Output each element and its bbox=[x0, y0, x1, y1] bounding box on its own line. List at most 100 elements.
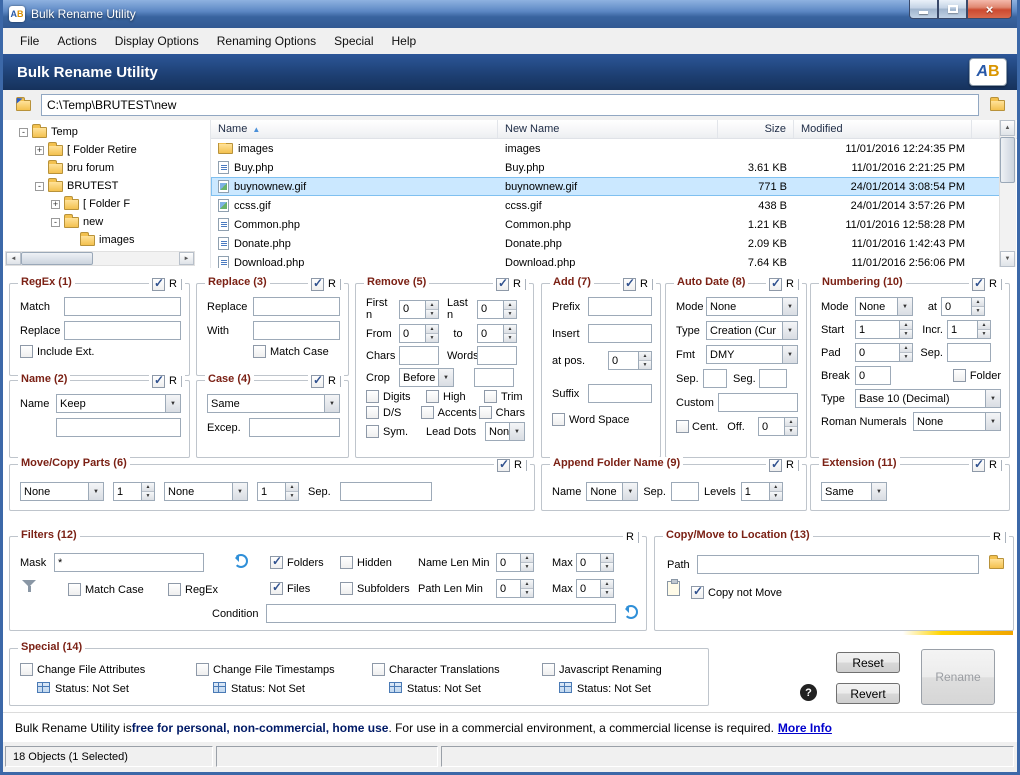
browse-folder-icon[interactable] bbox=[989, 555, 1004, 569]
tree-item-temp[interactable]: - Temp bbox=[5, 123, 206, 141]
change-file-timestamps-checkbox[interactable] bbox=[196, 663, 209, 676]
chevron-down-icon[interactable]: ▼ bbox=[509, 423, 524, 440]
paste-path-icon[interactable] bbox=[667, 579, 680, 596]
copy-not-move-checkbox[interactable] bbox=[691, 584, 704, 599]
scrollbar-thumb[interactable] bbox=[21, 252, 93, 265]
regex-enable-checkbox[interactable] bbox=[152, 276, 166, 291]
at-spinner[interactable]: 0 ▲ ▼ bbox=[941, 297, 985, 316]
revert-button[interactable]: Revert bbox=[836, 683, 900, 704]
tree-item-folder-retire[interactable]: + [ Folder Retire bbox=[5, 141, 206, 159]
tree-expander[interactable]: + bbox=[35, 145, 44, 155]
regex-reset-button[interactable]: R bbox=[169, 278, 177, 290]
ds-checkbox[interactable] bbox=[366, 406, 379, 419]
name-reset-button[interactable]: R bbox=[169, 375, 177, 387]
with-input[interactable] bbox=[253, 321, 340, 340]
file-row[interactable]: Donate.php Donate.php 2.09 KB 11/01/2016… bbox=[211, 234, 1000, 253]
chevron-down-icon[interactable]: ▼ bbox=[232, 483, 247, 500]
spin-down-button[interactable]: ▼ bbox=[900, 353, 912, 361]
chevron-down-icon[interactable]: ▼ bbox=[165, 395, 180, 412]
copy-path-input[interactable] bbox=[697, 555, 979, 574]
words-input[interactable] bbox=[477, 346, 517, 365]
file-row[interactable]: Buy.php Buy.php 3.61 KB 11/01/2016 2:21:… bbox=[211, 158, 1000, 177]
javascript-renaming-checkbox[interactable] bbox=[542, 663, 555, 676]
levels-spinner[interactable]: 1 ▲ ▼ bbox=[740, 482, 783, 501]
spin-down-button[interactable]: ▼ bbox=[504, 334, 516, 342]
spin-up-button[interactable]: ▲ bbox=[769, 483, 782, 492]
start-spinner[interactable]: 1 ▲ ▼ bbox=[855, 320, 913, 339]
files-checkbox[interactable] bbox=[270, 580, 283, 595]
character-translations-checkbox[interactable] bbox=[372, 663, 385, 676]
numbering-enable-checkbox[interactable] bbox=[972, 276, 986, 291]
autodate-type-select[interactable]: Creation (Cur ▼ bbox=[706, 321, 798, 340]
include-ext-checkbox[interactable] bbox=[20, 345, 33, 358]
word-space-checkbox[interactable] bbox=[552, 413, 565, 426]
file-row[interactable]: ccss.gif ccss.gif 438 B 24/01/2014 3:57:… bbox=[211, 196, 1000, 215]
from-spinner[interactable]: 0 ▲ ▼ bbox=[399, 324, 439, 343]
refresh-icon[interactable] bbox=[234, 554, 248, 568]
sep-input[interactable] bbox=[703, 369, 727, 388]
subfolders-checkbox[interactable] bbox=[340, 582, 353, 595]
numbering-sep-input[interactable] bbox=[947, 343, 991, 362]
tree-item-folder-f[interactable]: + [ Folder F bbox=[5, 195, 206, 213]
case-mode-select[interactable]: Same ▼ bbox=[207, 394, 340, 413]
crop-input[interactable] bbox=[474, 368, 514, 387]
insert-input[interactable] bbox=[588, 324, 652, 343]
crop-mode-select[interactable]: Before ▼ bbox=[399, 368, 454, 387]
tree-expander[interactable]: - bbox=[19, 127, 28, 137]
tree-horizontal-scrollbar[interactable]: ◄ ► bbox=[5, 251, 195, 266]
extension-enable-checkbox[interactable] bbox=[972, 457, 986, 472]
spin-up-button[interactable]: ▲ bbox=[900, 321, 912, 330]
menu-item-actions[interactable]: Actions bbox=[48, 30, 105, 52]
more-info-link[interactable]: More Info bbox=[778, 721, 832, 735]
cent-checkbox[interactable] bbox=[676, 420, 689, 433]
off-spinner[interactable]: 0 ▲ ▼ bbox=[758, 417, 798, 436]
spin-down-button[interactable]: ▼ bbox=[978, 330, 990, 338]
chevron-down-icon[interactable]: ▼ bbox=[897, 298, 912, 315]
chevron-down-icon[interactable]: ▼ bbox=[782, 298, 797, 315]
scrollbar-thumb[interactable] bbox=[1000, 137, 1015, 183]
spin-down-button[interactable]: ▼ bbox=[504, 309, 516, 318]
move-copy-count2-spinner[interactable]: 1 ▲ ▼ bbox=[257, 482, 299, 501]
folder-checkbox[interactable] bbox=[952, 369, 966, 382]
tree-item-brutest[interactable]: - BRUTEST bbox=[5, 177, 206, 195]
add-enable-checkbox[interactable] bbox=[623, 276, 637, 291]
menu-item-display-options[interactable]: Display Options bbox=[106, 30, 208, 52]
spin-up-button[interactable]: ▲ bbox=[142, 483, 154, 492]
spin-down-button[interactable]: ▼ bbox=[142, 492, 154, 500]
excep-input[interactable] bbox=[249, 418, 340, 437]
path-len-min-spinner[interactable]: 0 ▲ ▼ bbox=[496, 579, 534, 598]
tree-item-new[interactable]: - new bbox=[5, 213, 206, 231]
chevron-down-icon[interactable]: ▼ bbox=[438, 369, 453, 386]
to-spinner[interactable]: 0 ▲ ▼ bbox=[477, 324, 517, 343]
seg-input[interactable] bbox=[759, 369, 787, 388]
replace-input[interactable] bbox=[253, 297, 340, 316]
column-header-modified[interactable]: Modified bbox=[794, 120, 972, 138]
spin-down-button[interactable]: ▼ bbox=[426, 309, 438, 318]
filters-reset-button[interactable]: R bbox=[626, 531, 634, 543]
close-button[interactable]: × bbox=[967, 0, 1012, 19]
maximize-button[interactable] bbox=[938, 0, 967, 19]
chevron-down-icon[interactable]: ▼ bbox=[985, 390, 1000, 407]
incr-spinner[interactable]: 1 ▲ ▼ bbox=[947, 320, 991, 339]
replace-enable-checkbox[interactable] bbox=[311, 276, 325, 291]
menu-item-renaming-options[interactable]: Renaming Options bbox=[208, 30, 325, 52]
change-file-attributes-checkbox[interactable] bbox=[20, 663, 33, 676]
regex-replace-input[interactable] bbox=[64, 321, 181, 340]
spin-down-button[interactable]: ▼ bbox=[972, 307, 984, 315]
move-copy-mode2-select[interactable]: None ▼ bbox=[164, 482, 248, 501]
case-reset-button[interactable]: R bbox=[328, 375, 336, 387]
copy-move-reset-button[interactable]: R bbox=[993, 531, 1001, 543]
auto-date-reset-button[interactable]: R bbox=[786, 278, 794, 290]
rename-button[interactable]: Rename bbox=[921, 649, 995, 705]
spin-up-button[interactable]: ▲ bbox=[601, 554, 613, 563]
move-copy-reset-button[interactable]: R bbox=[514, 459, 522, 471]
menu-item-special[interactable]: Special bbox=[325, 30, 382, 52]
spin-up-button[interactable]: ▲ bbox=[426, 300, 438, 310]
at-pos-spinner[interactable]: 0 ▲ ▼ bbox=[608, 351, 652, 370]
append-folder-reset-button[interactable]: R bbox=[786, 459, 794, 471]
accents-checkbox[interactable] bbox=[420, 406, 434, 419]
prefix-input[interactable] bbox=[588, 297, 652, 316]
reset-button[interactable]: Reset bbox=[836, 652, 900, 673]
column-header-new-name[interactable]: New Name bbox=[498, 120, 718, 138]
suffix-input[interactable] bbox=[588, 384, 652, 403]
